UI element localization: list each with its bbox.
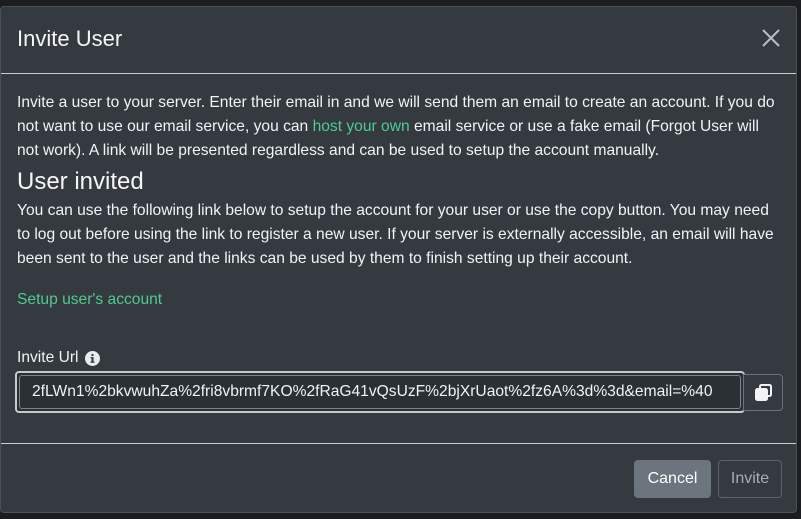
invited-description: You can use the following link below to … [17, 202, 774, 267]
user-invited-heading: User invited [17, 168, 144, 195]
modal-body: Invite a user to your server. Enter thei… [17, 91, 780, 312]
close-button[interactable] [760, 27, 782, 49]
invite-url-label: Invite Url [17, 348, 100, 368]
modal-title: Invite User [17, 26, 123, 51]
invite-button[interactable]: Invite [718, 460, 782, 498]
host-your-own-link[interactable]: host your own [313, 118, 410, 135]
invite-url-field-wrapper [15, 371, 745, 413]
invite-user-modal: Invite User Invite a user to your server… [0, 6, 797, 513]
setup-account-link[interactable]: Setup user's account [17, 288, 162, 312]
copy-icon [754, 384, 772, 401]
modal-header: Invite User [1, 7, 796, 74]
cancel-button[interactable]: Cancel [634, 460, 711, 498]
invite-url-label-text: Invite Url [17, 349, 79, 366]
modal-footer: Cancel Invite [1, 443, 796, 514]
copy-url-button[interactable] [743, 374, 783, 411]
close-icon [762, 29, 780, 47]
invite-url-input[interactable] [19, 375, 741, 409]
intro-text: Invite a user to your server. Enter thei… [17, 91, 780, 163]
info-icon[interactable] [84, 350, 100, 366]
